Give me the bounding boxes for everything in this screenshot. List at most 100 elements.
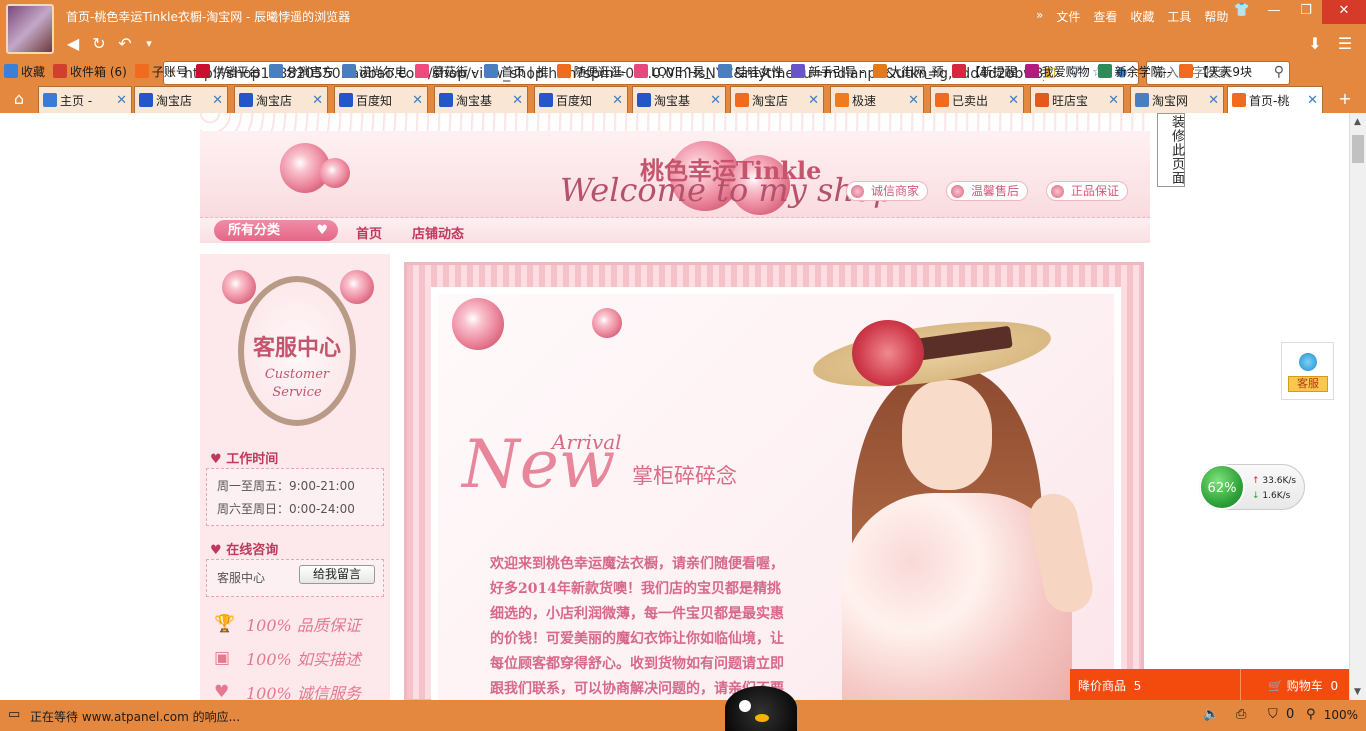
tab-item[interactable]: 旺店宝 ✕ — [1030, 86, 1124, 113]
bookmark-item[interactable]: 【天天9块 — [1175, 60, 1256, 82]
tab-close-icon[interactable]: ✕ — [1106, 93, 1119, 108]
tab-close-icon[interactable]: ✕ — [114, 93, 127, 108]
minimize-button[interactable]: — — [1258, 0, 1290, 24]
back-icon[interactable]: ◀ — [62, 33, 84, 55]
tab-close-icon[interactable]: ✕ — [806, 93, 819, 108]
online-title: ♥ 在线咨询 — [210, 543, 279, 558]
bookmark-item[interactable]: 新余学院-- — [1094, 60, 1176, 82]
taobao-icon — [1232, 93, 1246, 107]
tab-item[interactable]: 百度知 ✕ — [334, 86, 428, 113]
menu-item-help[interactable]: 帮助 — [1204, 8, 1228, 25]
welcome-text: Welcome to my shop — [560, 171, 894, 209]
bookmark-item[interactable]: 分销官方 — [265, 60, 338, 82]
vertical-scrollbar[interactable]: ▲ ▼ — [1349, 113, 1366, 700]
bookmark-item[interactable]: 诺尚尔电 — [338, 60, 411, 82]
price-drop-link[interactable]: 降价商品 5 — [1078, 677, 1141, 694]
bookmark-item[interactable]: 大街网_预 — [869, 60, 948, 82]
tab-label: 淘宝基 — [456, 93, 493, 108]
volume-icon[interactable]: 🔈 — [1203, 707, 1219, 722]
floating-service-widget[interactable]: 客服 — [1281, 342, 1334, 400]
bookmark-item[interactable]: 我爱购物 — [1021, 60, 1094, 82]
scroll-up-icon[interactable]: ▲ — [1354, 117, 1361, 127]
work-hours-title: ♥ 工作时间 — [210, 452, 279, 467]
leave-message-button[interactable]: 给我留言 — [299, 565, 375, 584]
tab-close-icon[interactable]: ✕ — [1305, 93, 1318, 108]
guarantee-service-text: 100% 诚信服务 — [246, 684, 361, 700]
undo-icon[interactable]: ↶ — [114, 33, 136, 55]
tab-label: 百度知 — [356, 93, 393, 108]
bookmark-item[interactable]: 【新提醒 — [948, 60, 1021, 82]
tab-close-icon[interactable]: ✕ — [1006, 93, 1019, 108]
tab-close-icon[interactable]: ✕ — [210, 93, 223, 108]
service-center-subtitle-line1: Customer — [264, 367, 330, 382]
paw-icon — [637, 93, 651, 107]
sidebar: 客服中心 Customer Service ♥ 工作时间 周一至周五：9:00-2… — [200, 254, 390, 700]
promise-aftersale-badge[interactable]: 温馨售后 — [946, 181, 1029, 201]
security-shield-icon[interactable]: ⛉ — [1268, 707, 1278, 722]
cart-link[interactable]: 🛒 购物车 0 — [1268, 677, 1338, 694]
bookmark-item[interactable]: 子账号 — [131, 60, 192, 82]
bookmark-item[interactable]: 蘑菇街 - — [411, 60, 480, 82]
refresh-icon[interactable]: ↻ — [88, 33, 110, 55]
all-categories-button[interactable]: 所有分类 — [214, 220, 338, 241]
qq-penguin-icon[interactable] — [725, 686, 797, 731]
bookmark-item[interactable]: 首页 | 推 — [480, 60, 553, 82]
zoom-level[interactable]: 100% — [1324, 708, 1358, 722]
promise-authentic-badge[interactable]: 正品保证 — [1046, 181, 1129, 201]
tab-item[interactable]: 已卖出 ✕ — [930, 86, 1024, 113]
tab-item[interactable]: 淘宝基 ✕ — [434, 86, 528, 113]
tab-item[interactable]: 极速 ✕ — [830, 86, 924, 113]
bookmark-item[interactable]: 收件箱 (6) — [49, 60, 131, 82]
tab-item[interactable]: 淘宝店 ✕ — [234, 86, 328, 113]
bookmark-label: 收藏 — [21, 64, 46, 79]
tab-close-icon[interactable]: ✕ — [610, 93, 623, 108]
zoom-search-icon[interactable]: ⚲ — [1306, 707, 1316, 722]
tab-close-icon[interactable]: ✕ — [310, 93, 323, 108]
home-icon[interactable]: ⌂ — [8, 88, 30, 110]
tab-close-icon[interactable]: ✕ — [708, 93, 721, 108]
tab-item[interactable]: 首页-桃 ✕ — [1227, 86, 1323, 113]
menu-expand-icon[interactable]: » — [1036, 8, 1043, 25]
bookmark-item[interactable]: 新手引导 - — [787, 60, 868, 82]
history-dropdown-icon[interactable]: ▾ — [138, 33, 160, 55]
decorate-page-button[interactable]: 装修此页面 — [1157, 113, 1185, 187]
cart-bar: 降价商品 5 🛒 购物车 0 — [1070, 669, 1350, 700]
tab-close-icon[interactable]: ✕ — [906, 93, 919, 108]
tab-item[interactable]: 百度知 ✕ — [534, 86, 628, 113]
menu-item-favorites[interactable]: 收藏 — [1130, 8, 1154, 25]
nav-news-link[interactable]: 店铺动态 — [412, 223, 464, 242]
new-tab-icon[interactable]: + — [1334, 88, 1356, 110]
tab-item[interactable]: 主页 - ✕ — [38, 86, 132, 113]
promise-honest-badge[interactable]: 诚信商家 — [846, 181, 929, 201]
bookmark-item[interactable]: LOVE^灵_ — [630, 60, 714, 82]
close-button[interactable]: ✕ — [1322, 0, 1366, 24]
nav-home-link[interactable]: 首页 — [356, 223, 382, 242]
menu-item-file[interactable]: 文件 — [1056, 8, 1080, 25]
download-icon[interactable]: ⬇ — [1304, 33, 1326, 55]
scroll-thumb[interactable] — [1352, 135, 1364, 163]
tab-item[interactable]: 淘宝网 ✕ — [1130, 86, 1224, 113]
menu-icon[interactable]: ☰ — [1334, 33, 1356, 55]
skin-icon[interactable]: 👕 — [1226, 0, 1258, 24]
tab-close-icon[interactable]: ✕ — [1206, 93, 1219, 108]
status-bar: ▭ 正在等待 www.atpanel.com 的响应... 🔈 ⎙ ⛉ 0 ⚲ … — [0, 700, 1366, 731]
tab-item[interactable]: 淘宝基 ✕ — [632, 86, 726, 113]
lace-decoration — [200, 113, 1150, 131]
lips-icon — [634, 64, 649, 78]
tab-close-icon[interactable]: ✕ — [410, 93, 423, 108]
bookmark-item[interactable]: 收藏 — [0, 60, 49, 82]
scroll-down-icon[interactable]: ▼ — [1354, 687, 1361, 697]
menu-item-view[interactable]: 查看 — [1093, 8, 1117, 25]
tab-item[interactable]: 淘宝店 ✕ — [730, 86, 824, 113]
tab-close-icon[interactable]: ✕ — [510, 93, 523, 108]
five-icon — [1024, 64, 1039, 78]
menu-item-tools[interactable]: 工具 — [1167, 8, 1191, 25]
bookmark-item[interactable]: 供销平台 — [192, 60, 265, 82]
network-speed-widget[interactable]: 62% ↑ 33.6K/s ↓ 1.6K/s — [1199, 464, 1305, 510]
screenshot-icon[interactable]: ⎙ — [1236, 707, 1246, 722]
tab-item[interactable]: 淘宝店 ✕ — [134, 86, 228, 113]
restore-button[interactable]: ❐ — [1290, 0, 1322, 24]
browser-chrome: 首页-桃色幸运Tinkle衣橱-淘宝网 - 辰曦悖遥的浏览器 » 文件 查看 收… — [0, 0, 1366, 113]
bookmark-item[interactable]: 哇哇女性 — [714, 60, 787, 82]
bookmark-item[interactable]: 随便逛逛- — [553, 60, 630, 82]
